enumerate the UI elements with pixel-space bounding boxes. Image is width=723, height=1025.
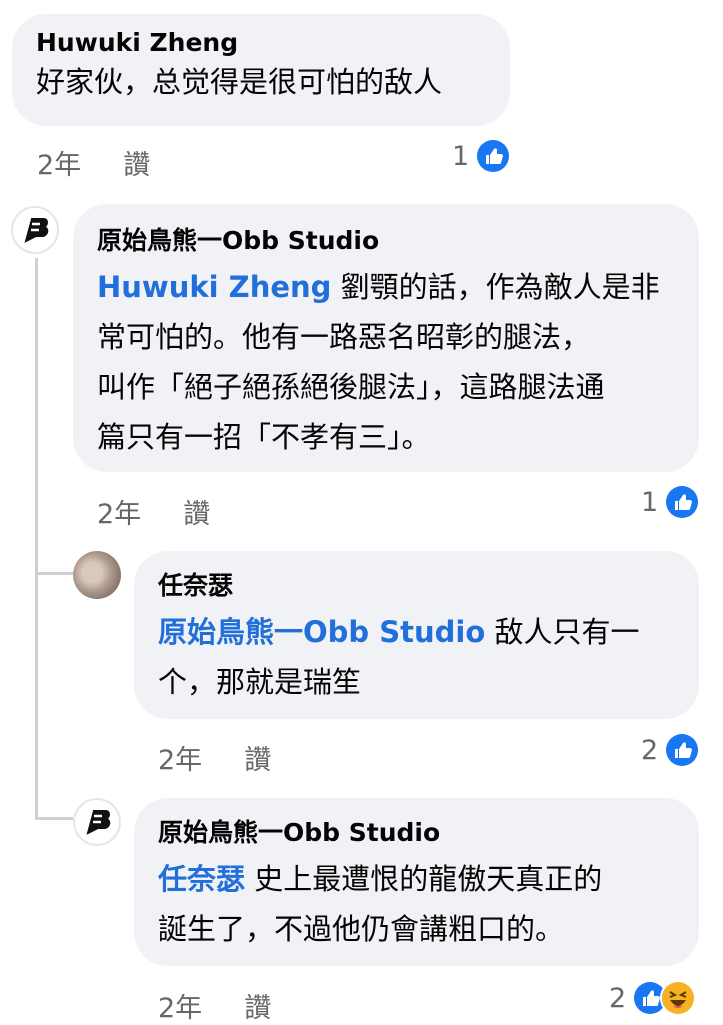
- haha-icon: [660, 980, 697, 1016]
- comment-text: 任奈瑟 史上最遭恨的龍傲天真正的 誕生了，不過他仍會講粗口的。: [158, 862, 603, 946]
- like-button[interactable]: 讚: [183, 492, 210, 531]
- thread-line-main: [35, 258, 38, 818]
- comment-author[interactable]: 任奈瑟: [158, 571, 676, 601]
- comment-meta: 2年 讚: [158, 738, 271, 777]
- obb-studio-logo-icon: [24, 218, 49, 243]
- comment-bubble: 任奈瑟 原始鳥熊一Obb Studio 敌人只有一 个，那就是瑞笙: [134, 551, 699, 719]
- comment-bubble: 原始鳥熊一Obb Studio 任奈瑟 史上最遭恨的龍傲天真正的 誕生了，不過他…: [134, 798, 699, 966]
- reaction-summary[interactable]: 1: [452, 138, 512, 174]
- comment-author[interactable]: 原始鳥熊一Obb Studio: [97, 226, 676, 256]
- obb-studio-avatar[interactable]: [73, 798, 121, 846]
- obb-studio-avatar[interactable]: [11, 206, 59, 254]
- like-button[interactable]: 讚: [123, 143, 150, 182]
- thread-connector-reply-1: [35, 572, 73, 575]
- comment-time[interactable]: 2年: [37, 143, 81, 182]
- mention-link[interactable]: Huwuki Zheng: [97, 270, 331, 304]
- reaction-summary[interactable]: 2: [609, 980, 697, 1016]
- like-icon: [664, 732, 701, 768]
- reaction-count: 1: [452, 140, 470, 172]
- comment-meta: 2年 讚: [97, 492, 210, 531]
- comment-time[interactable]: 2年: [158, 986, 202, 1025]
- obb-studio-logo-icon: [86, 810, 111, 835]
- comment-time[interactable]: 2年: [97, 492, 141, 531]
- reaction-summary[interactable]: 2: [641, 732, 701, 768]
- comment-meta: 2年 讚: [158, 986, 271, 1025]
- like-button[interactable]: 讚: [244, 738, 271, 777]
- like-button[interactable]: 讚: [244, 986, 271, 1025]
- mention-link[interactable]: 原始鳥熊一Obb Studio: [158, 615, 485, 649]
- like-icon: [475, 138, 512, 174]
- comment-bubble: Huwuki Zheng 好家伙，总觉得是很可怕的敌人: [12, 14, 510, 126]
- like-icon: [664, 484, 701, 520]
- thread-connector-reply-2: [35, 817, 73, 820]
- comment-meta: 2年 讚: [37, 143, 150, 182]
- reaction-count: 2: [609, 982, 627, 1014]
- reaction-summary[interactable]: 1: [641, 484, 701, 520]
- reaction-count: 1: [641, 486, 659, 518]
- mention-link[interactable]: 任奈瑟: [158, 862, 245, 896]
- reaction-count: 2: [641, 734, 659, 766]
- comment-text: 好家伙，总觉得是很可怕的敌人: [36, 65, 443, 99]
- avatar[interactable]: [73, 551, 121, 599]
- comment-bubble: 原始鳥熊一Obb Studio Huwuki Zheng 劉顎的話，作為敵人是非…: [73, 204, 699, 472]
- comment-time[interactable]: 2年: [158, 738, 202, 777]
- comment-author[interactable]: 原始鳥熊一Obb Studio: [158, 818, 676, 848]
- comment-author[interactable]: Huwuki Zheng: [36, 28, 486, 58]
- comment-text: Huwuki Zheng 劉顎的話，作為敵人是非 常可怕的。他有一路惡名昭彰的腿…: [97, 270, 660, 454]
- comment-text: 原始鳥熊一Obb Studio 敌人只有一 个，那就是瑞笙: [158, 615, 640, 699]
